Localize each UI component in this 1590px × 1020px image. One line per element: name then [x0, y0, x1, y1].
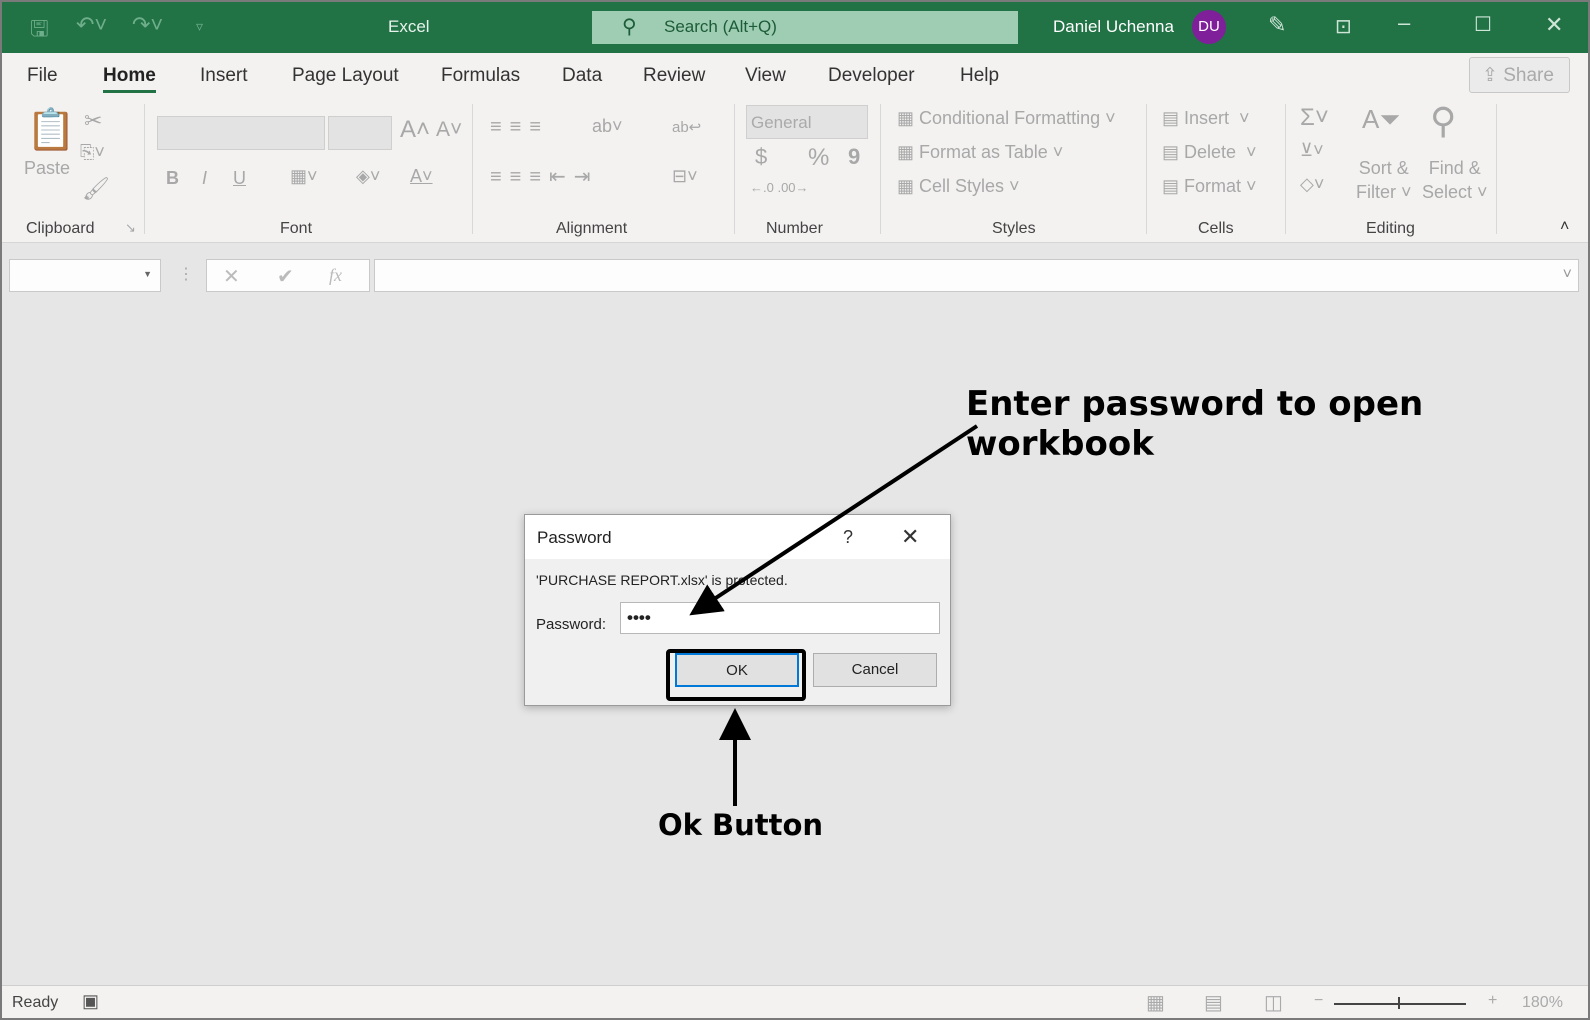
password-arrow — [689, 424, 979, 616]
annotation-arrows — [689, 424, 979, 806]
annotation-enter-password: Enter password to open workbook — [966, 384, 1424, 464]
annotation-ok-button: Ok Button — [658, 808, 824, 842]
